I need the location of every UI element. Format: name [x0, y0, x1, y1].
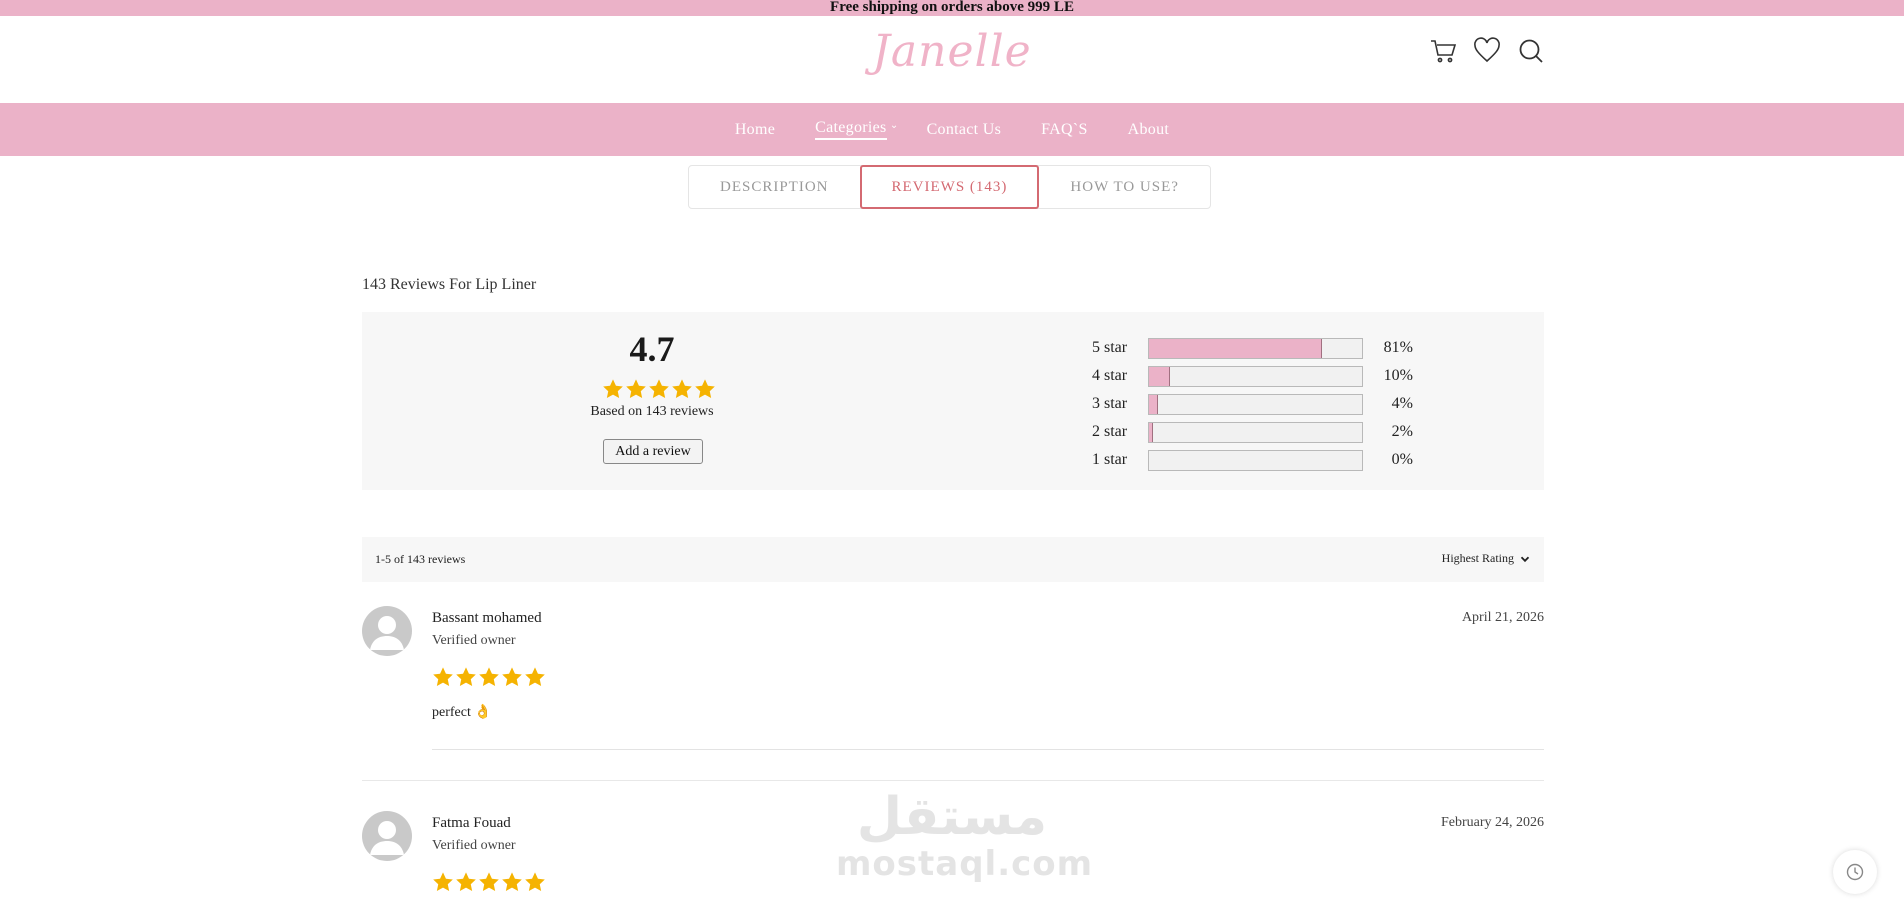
- review-count: 1-5 of 143 reviews: [375, 552, 466, 566]
- star-icon: [502, 872, 522, 891]
- nav-home[interactable]: Home: [735, 121, 775, 139]
- tab-how-to-use[interactable]: HOW TO USE?: [1039, 166, 1210, 208]
- star-icon: [479, 872, 499, 891]
- reviews-heading: 143 Reviews For Lip Liner: [362, 276, 537, 293]
- breakdown-label: 4 star: [1092, 367, 1128, 384]
- breakdown-label: 3 star: [1092, 395, 1128, 412]
- nav-categories[interactable]: Categories ⌄: [815, 119, 898, 140]
- reviews-toolbar: 1-5 of 143 reviews Highest Rating: [362, 537, 1544, 582]
- star-icon: [456, 872, 476, 891]
- nav-contact[interactable]: Contact Us: [927, 121, 1002, 139]
- divider: [432, 749, 1544, 750]
- breakdown-fill: [1149, 338, 1322, 358]
- breakdown-fill: [1149, 366, 1171, 386]
- shipping-banner: Free shipping on orders above 999 LE: [0, 0, 1904, 16]
- nav-about[interactable]: About: [1128, 121, 1170, 139]
- star-icon: [502, 667, 522, 686]
- main-nav: Home Categories ⌄ Contact Us FAQ`S About: [0, 103, 1904, 156]
- average-stars: [602, 378, 716, 400]
- shipping-banner-text: Free shipping on orders above 999 LE: [830, 0, 1074, 15]
- breakdown-track: [1148, 421, 1363, 443]
- nav-faqs[interactable]: FAQ`S: [1041, 121, 1088, 139]
- star-icon: [525, 667, 545, 686]
- breakdown-percent: 10%: [1383, 367, 1413, 384]
- heart-icon[interactable]: [1472, 36, 1502, 66]
- cart-icon[interactable]: [1428, 36, 1458, 66]
- star-icon: [433, 667, 453, 686]
- review-text: perfect 👌: [432, 705, 492, 720]
- based-on-text: Based on 143 reviews: [590, 404, 714, 419]
- star-icon: [649, 379, 669, 398]
- watermark: مستقل mostaql.com: [836, 787, 1094, 884]
- star-icon: [525, 872, 545, 891]
- star-icon: [456, 667, 476, 686]
- breakdown-percent: 2%: [1391, 423, 1413, 440]
- breakdown-row[interactable]: 5 star 81%: [1092, 334, 1413, 362]
- star-icon: [603, 379, 623, 398]
- verified-badge: Verified owner: [432, 838, 516, 853]
- breakdown-row[interactable]: 4 star 10%: [1092, 362, 1413, 390]
- star-icon: [479, 667, 499, 686]
- review-stars: [432, 871, 546, 893]
- review-item: Bassant mohamed Verified owner April 21,…: [362, 606, 1544, 782]
- breakdown-track: [1148, 365, 1363, 387]
- avatar: [362, 811, 412, 861]
- reviewer-name: Bassant mohamed: [432, 610, 542, 626]
- breakdown-row[interactable]: 3 star 4%: [1092, 390, 1413, 418]
- chevron-down-icon: [1520, 556, 1530, 562]
- breakdown-track: [1148, 337, 1363, 359]
- site-logo[interactable]: Janelle: [870, 22, 1034, 82]
- watermark-latin: mostaql.com: [836, 844, 1094, 884]
- sort-dropdown[interactable]: Highest Rating: [1442, 551, 1530, 566]
- review-date: April 21, 2026: [1461, 610, 1544, 625]
- history-button[interactable]: [1833, 850, 1877, 894]
- product-tabs: DESCRIPTION REVIEWS (143) HOW TO USE?: [688, 165, 1211, 209]
- add-review-button[interactable]: Add a review: [603, 439, 703, 464]
- verified-badge: Verified owner: [432, 633, 516, 648]
- nav-categories-label: Categories: [815, 119, 887, 136]
- rating-summary: 4.7 Based on 143 reviews Add a review 5 …: [362, 312, 1544, 490]
- star-icon: [626, 379, 646, 398]
- divider: [362, 780, 1544, 781]
- review-date: February 24, 2026: [1440, 815, 1544, 830]
- breakdown-percent: 81%: [1383, 339, 1413, 356]
- chevron-down-icon: ⌄: [889, 120, 899, 131]
- review-stars: [432, 666, 546, 688]
- star-icon: [433, 872, 453, 891]
- reviewer-name: Fatma Fouad: [432, 815, 511, 831]
- breakdown-track: [1148, 393, 1363, 415]
- tab-reviews[interactable]: REVIEWS (143): [859, 165, 1040, 209]
- site-header: Janelle: [0, 16, 1904, 103]
- breakdown-percent: 0%: [1391, 451, 1413, 468]
- rating-breakdown: 5 star 81% 4 star 10% 3 star 4% 2 star 2…: [1092, 334, 1413, 474]
- breakdown-row[interactable]: 2 star 2%: [1092, 418, 1413, 446]
- breakdown-label: 1 star: [1092, 451, 1128, 468]
- star-icon: [695, 379, 715, 398]
- clock-icon: [1846, 863, 1864, 881]
- breakdown-fill: [1149, 422, 1154, 442]
- average-rating: 4.7: [629, 329, 675, 369]
- breakdown-fill: [1149, 394, 1158, 414]
- watermark-arabic: مستقل: [856, 787, 1048, 847]
- breakdown-label: 2 star: [1092, 423, 1128, 440]
- tab-description[interactable]: DESCRIPTION: [689, 166, 860, 208]
- avatar: [362, 606, 412, 656]
- search-icon[interactable]: [1516, 36, 1546, 66]
- breakdown-track: [1148, 449, 1363, 471]
- breakdown-row[interactable]: 1 star 0%: [1092, 446, 1413, 474]
- sort-label: Highest Rating: [1441, 551, 1514, 565]
- star-icon: [672, 379, 692, 398]
- breakdown-label: 5 star: [1092, 339, 1128, 356]
- breakdown-percent: 4%: [1391, 395, 1413, 412]
